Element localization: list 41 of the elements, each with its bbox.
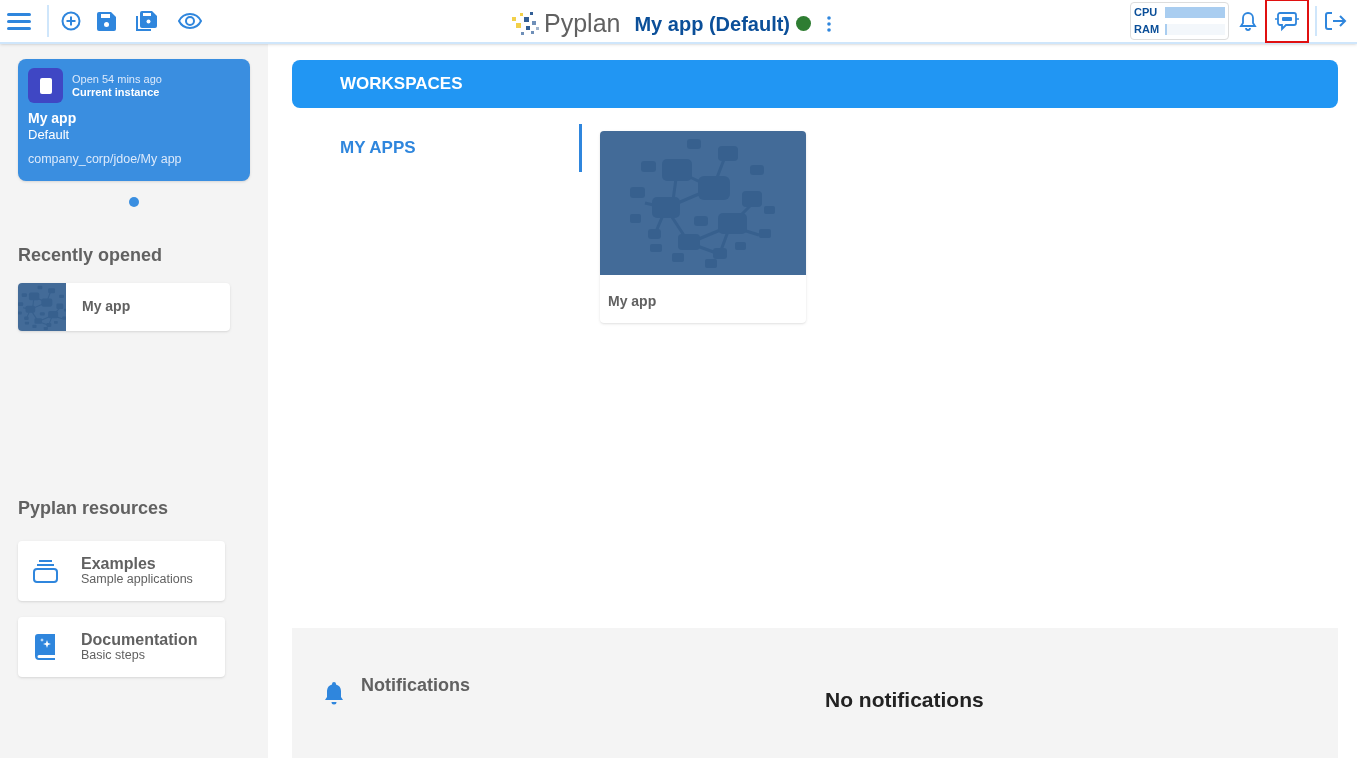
resource-title: Documentation (81, 631, 198, 649)
resource-subtitle: Basic steps (81, 648, 146, 663)
logo-text: Pyplan (544, 8, 621, 39)
assistant-button[interactable] (1267, 1, 1307, 41)
resource-title: Examples (81, 555, 157, 573)
book-icon (34, 633, 57, 660)
workspace-tab[interactable]: MY APPS (292, 124, 582, 172)
bell-icon[interactable] (1239, 11, 1257, 31)
eye-icon[interactable] (178, 13, 202, 29)
app-path: company_corp/jdoe/My app (28, 151, 183, 168)
stack-icon (33, 558, 58, 584)
bell-icon (322, 681, 346, 705)
app-name: My app (28, 110, 78, 127)
chat-bot-icon (1275, 10, 1299, 32)
workspaces-bar: WORKSPACES (292, 60, 1338, 108)
more-icon[interactable] (827, 15, 831, 32)
app-name: My app (82, 297, 131, 317)
app-thumbnail (18, 282, 66, 331)
save-icon[interactable] (97, 11, 116, 31)
add-icon[interactable] (61, 11, 81, 31)
current-instance-card[interactable]: Open 54 mins ago Current instance My app Default company_corp/jdoe/My app (18, 59, 250, 181)
section-title: Recently opened (18, 243, 164, 267)
opened-time: Open 54 mins ago (72, 72, 162, 86)
meter-label: RAM (1134, 22, 1161, 38)
section-title: Pyplan resources (18, 496, 170, 520)
meter-label: CPU (1134, 5, 1159, 21)
instance-status: Current instance (72, 85, 161, 99)
app-name: My app (607, 292, 658, 311)
logout-icon[interactable] (1325, 12, 1347, 30)
resource-subtitle: Sample applications (81, 572, 193, 587)
menu-icon[interactable] (7, 11, 31, 31)
empty-message: No notifications (825, 687, 984, 714)
resource-card[interactable]: Documentation Basic steps (18, 616, 225, 677)
recent-app-card[interactable]: My app (18, 282, 230, 331)
app-card[interactable]: My app (600, 131, 806, 323)
app-title: My app (Default) (634, 11, 790, 37)
save-all-icon[interactable] (136, 10, 157, 32)
notifications-title: Notifications (361, 673, 470, 697)
app-icon (28, 68, 63, 103)
resource-card[interactable]: Examples Sample applications (18, 540, 225, 601)
app-version: Default (28, 127, 71, 143)
